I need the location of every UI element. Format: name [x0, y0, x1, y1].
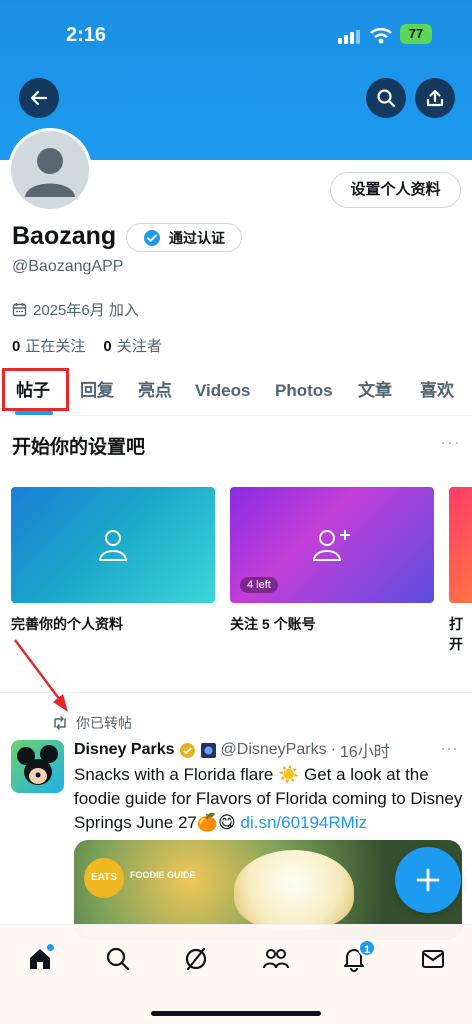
- complete-profile-card[interactable]: [11, 487, 215, 603]
- edit-profile-button[interactable]: 设置个人资料: [330, 172, 461, 208]
- dessert-image: [234, 850, 354, 930]
- home-indicator: [151, 1011, 321, 1016]
- affiliate-badge-icon: [200, 742, 216, 758]
- cellular-signal-icon: [338, 30, 362, 49]
- post-author-handle[interactable]: @DisneyParks: [221, 741, 327, 759]
- nav-home[interactable]: [20, 939, 60, 979]
- compose-button[interactable]: [395, 847, 461, 913]
- share-button[interactable]: [415, 78, 455, 118]
- communities-icon: [263, 949, 289, 969]
- verified-gold-icon: [179, 742, 195, 758]
- follow-accounts-label: 关注 5 个账号: [230, 616, 316, 632]
- followers-link[interactable]: 0 关注者: [103, 335, 161, 356]
- section-divider: [0, 692, 472, 693]
- grok-icon: [185, 947, 207, 971]
- profile-handle: @BaozangAPP: [12, 258, 124, 275]
- nav-search[interactable]: [98, 939, 138, 979]
- mickey-mouse-icon: [17, 745, 58, 785]
- retweet-label: 你已转帖: [76, 715, 132, 731]
- complete-profile-label: 完善你的个人资料: [11, 616, 123, 632]
- tab-posts[interactable]: 帖子: [16, 366, 50, 415]
- nav-messages[interactable]: [413, 939, 453, 979]
- third-card-label: 打开: [449, 616, 463, 652]
- following-count: 0: [12, 338, 21, 355]
- retweet-indicator: 你已转帖: [52, 713, 132, 733]
- eats-logo: EATS: [84, 858, 124, 898]
- nav-grok[interactable]: [176, 939, 216, 979]
- followers-count: 0: [103, 338, 112, 355]
- post-link[interactable]: di.sn/60194RMiz: [240, 813, 367, 832]
- join-date-text: 2025年6月 加入: [33, 302, 139, 319]
- home-unread-dot: [47, 944, 54, 951]
- tab-highlights[interactable]: 亮点: [138, 366, 172, 415]
- get-verified-label: 通过认证: [169, 229, 225, 246]
- get-verified-button[interactable]: 通过认证: [126, 223, 242, 252]
- active-tab-indicator: [15, 411, 53, 415]
- add-person-icon: [312, 530, 350, 561]
- status-bar: 2:16 77: [0, 0, 472, 60]
- verified-badge-icon: [144, 229, 160, 246]
- bottom-nav: 1: [0, 924, 472, 1024]
- setup-title: 开始你的设置吧: [12, 437, 146, 458]
- search-icon: [106, 947, 130, 971]
- search-icon: [377, 89, 396, 108]
- foodie-guide-label: FOODIE GUIDE: [130, 870, 196, 880]
- status-time: 2:16: [66, 24, 107, 46]
- tab-replies[interactable]: 回复: [80, 366, 114, 415]
- post-text: Snacks with a Florida flare ☀️ Get a loo…: [74, 763, 466, 835]
- person-icon: [98, 530, 128, 561]
- follow-stats: 0 正在关注 0 关注者: [12, 335, 162, 356]
- tab-videos[interactable]: Videos: [195, 366, 250, 415]
- third-setup-card[interactable]: [449, 487, 472, 603]
- join-date: 2025年6月 加入: [12, 299, 139, 320]
- post-author-name[interactable]: Disney Parks: [74, 741, 175, 759]
- back-button[interactable]: [19, 78, 59, 118]
- search-button[interactable]: [366, 78, 406, 118]
- back-arrow-icon: [30, 90, 48, 106]
- post-header: Disney Parks @DisneyParks · 16小时: [74, 738, 390, 762]
- battery-indicator: 77: [400, 24, 432, 44]
- notifications-badge: 1: [358, 939, 376, 957]
- followers-label: 关注者: [116, 338, 162, 355]
- nav-notifications[interactable]: 1: [334, 939, 376, 979]
- default-avatar-icon: [25, 148, 75, 197]
- profile-tabs: 帖子 回复 亮点 Videos Photos 文章 喜欢: [0, 366, 472, 416]
- wifi-icon: [370, 27, 392, 50]
- share-icon: [426, 89, 444, 107]
- profile-avatar[interactable]: [8, 128, 92, 212]
- tab-articles[interactable]: 文章: [358, 366, 392, 415]
- setup-more-button[interactable]: ···: [440, 432, 461, 453]
- profile-page: 2:16 77 设置个人资料 Baozang 通过认证 @BaozangAPP …: [0, 0, 472, 1024]
- plus-icon: [416, 868, 440, 892]
- following-label: 正在关注: [25, 338, 86, 355]
- follow-accounts-card[interactable]: 4 left: [230, 487, 434, 603]
- post-time: 16小时: [339, 744, 390, 761]
- tab-likes[interactable]: 喜欢: [420, 366, 454, 415]
- calendar-icon: [12, 303, 27, 317]
- post-more-button[interactable]: ···: [440, 738, 458, 759]
- mail-icon: [422, 950, 444, 968]
- post-separator: ·: [330, 741, 336, 758]
- profile-name: Baozang: [12, 222, 117, 250]
- following-link[interactable]: 0 正在关注: [12, 335, 85, 356]
- nav-communities[interactable]: [256, 939, 296, 979]
- remaining-pill: 4 left: [240, 577, 278, 593]
- retweet-icon: [54, 716, 66, 730]
- post-author-avatar[interactable]: [11, 740, 64, 793]
- tab-photos[interactable]: Photos: [275, 366, 333, 415]
